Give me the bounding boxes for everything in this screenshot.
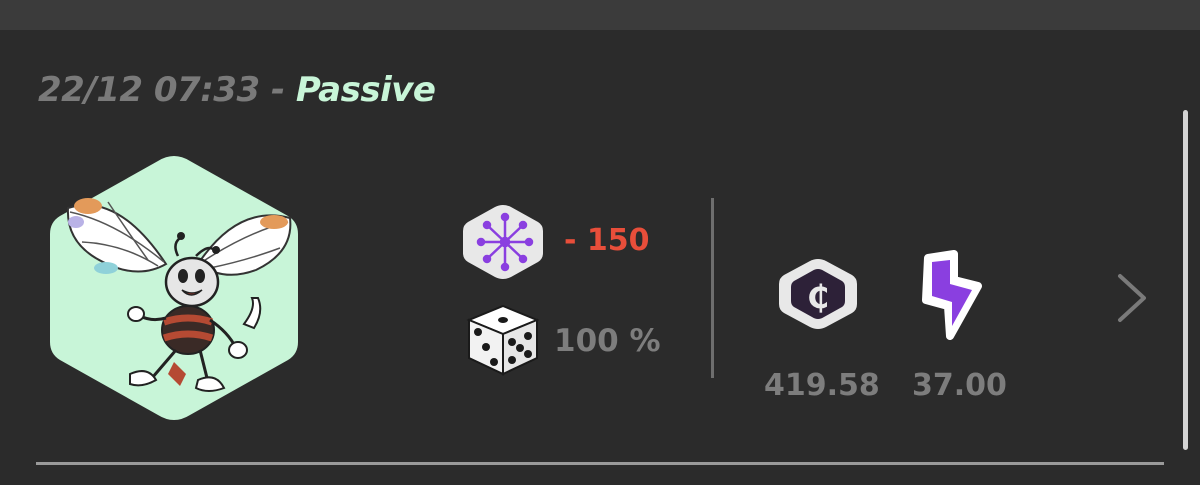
energy-change-value: - 150 [564,223,650,258]
header-separator: - [259,70,296,110]
top-bar [0,0,1200,30]
chevron-right-icon [1118,274,1146,322]
crypto-coin-icon: ₵ [776,256,860,332]
activity-mode: Passive [295,70,436,110]
energy-icon-badge [460,202,546,282]
scrollbar-thumb[interactable] [1183,110,1188,450]
next-button[interactable] [1110,268,1154,328]
coin-value: 419.58 [764,368,880,403]
activity-timestamp: 22/12 07:33 [38,70,260,110]
firework-burst-icon [463,205,543,279]
dice-icon [465,302,541,378]
activity-panel: 22/12 07:33 - Passive - 150 100 % ₵ 419.… [0,30,1200,485]
stats-divider [711,198,714,378]
lightning-bolt-icon [920,250,986,340]
bolt-value: 37.00 [912,368,1007,403]
bee-avatar [48,152,300,424]
activity-header: 22/12 07:33 - Passive [38,70,436,110]
svg-text:₵: ₵ [807,278,829,316]
row-separator [36,462,1164,465]
chance-value: 100 % [554,323,661,359]
